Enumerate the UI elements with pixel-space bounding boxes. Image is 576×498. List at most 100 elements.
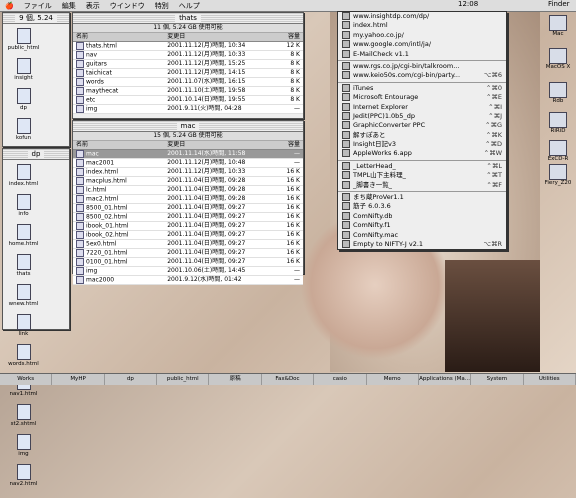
desktop-volume-icon[interactable]: Fiery_Z20 <box>544 164 572 186</box>
apple-menu-item[interactable]: my.yahoo.co.jp/ <box>338 30 506 40</box>
desktop-volume-icon[interactable]: Rdb <box>544 82 572 104</box>
apple-menu-item[interactable]: ComNifty.f1 <box>338 221 506 230</box>
apple-menu-item[interactable]: _LetterHead_ ⌃⌘L <box>338 161 506 171</box>
menu-item[interactable]: ファイル <box>24 1 52 11</box>
apple-menu-item[interactable]: iTunes ⌃⌘0 <box>338 83 506 93</box>
file-icon[interactable]: words.html <box>7 344 40 374</box>
apple-menu-dropdown[interactable]: www.insightdp.com/dp/index.html my.yahoo.… <box>337 11 507 251</box>
apple-menu-item[interactable]: ComNifty.mac <box>338 230 506 240</box>
table-row[interactable]: 8500_02.html 2001.11.04(日)時間, 09:27 16 K <box>73 213 303 222</box>
table-row[interactable]: img 2001.9.11(火)時間, 04:28 — <box>73 105 303 114</box>
menubar-clock[interactable]: 12:08 <box>458 0 478 8</box>
desktop-volume-icon[interactable]: MacOS X <box>544 48 572 70</box>
file-icon[interactable]: img <box>7 434 40 464</box>
col-size[interactable]: 容量 <box>266 33 303 41</box>
folder-window-dp[interactable]: dp index.html info home.html thats wnew.html… <box>2 148 70 487</box>
apple-menu-item[interactable]: ComNifty.db <box>338 211 506 221</box>
folder-window-mac[interactable]: mac 15 個, 5.24 GB 使用可能 名前 変更日 容量 mac 2001… <box>72 120 304 285</box>
table-row[interactable]: thats.html 2001.11.12(月)時間, 10:34 12 K <box>73 42 303 51</box>
menu-item[interactable]: ヘルプ <box>179 1 200 11</box>
col-name[interactable]: 名前 <box>73 141 167 149</box>
apple-menu-item[interactable]: まち蔵ProVer1.1 <box>338 193 506 202</box>
table-row[interactable]: 5ex0.html 2001.11.04(日)時間, 09:27 16 K <box>73 240 303 249</box>
apple-menu-item[interactable]: 筋子 6.0.3.6 <box>338 202 506 211</box>
apple-menu-item[interactable]: Insight日記v3 ⌃⌘D <box>338 140 506 149</box>
table-row[interactable]: maythecat 2001.11.10(土)時間, 19:58 8 K <box>73 87 303 96</box>
apple-menu-item[interactable]: GraphicConverter PPC ⌃⌘G <box>338 121 506 130</box>
list-header[interactable]: 名前 変更日 容量 <box>73 141 303 150</box>
table-row[interactable]: macplus.html 2001.11.04(日)時間, 09:28 16 K <box>73 177 303 186</box>
apple-menu-item[interactable]: www.insightdp.com/dp/ <box>338 12 506 21</box>
file-icon[interactable]: insight <box>7 58 40 88</box>
folder-window-thats[interactable]: thats 11 個, 5.24 GB 使用可能 名前 変更日 容量 thats… <box>72 12 304 119</box>
control-strip-item[interactable]: MyHP <box>52 374 105 385</box>
list-header[interactable]: 名前 変更日 容量 <box>73 33 303 42</box>
window-title-bar[interactable]: thats <box>73 13 303 24</box>
menu-item[interactable]: ウインドウ <box>110 1 145 11</box>
menu-item[interactable]: 表示 <box>86 1 100 11</box>
table-row[interactable]: index.html 2001.11.12(月)時間, 10:33 16 K <box>73 168 303 177</box>
control-strip-item[interactable]: System <box>471 374 524 385</box>
apple-menu-item[interactable]: www.rgs.co.jp/cgi-bin/talkroom... <box>338 61 506 71</box>
file-icon[interactable]: wnew.html <box>7 284 40 314</box>
table-row[interactable]: ibook_01.html 2001.11.04(日)時間, 09:27 16 K <box>73 222 303 231</box>
control-strip-item[interactable]: Fax&Doc <box>262 374 315 385</box>
apple-menu-item[interactable]: _脚書き一覧_ ⌃⌘F <box>338 180 506 190</box>
window-title-bar[interactable]: 9 個, 5.24 <box>3 13 69 24</box>
apple-menu-item[interactable]: Internet Explorer ⌃⌘I <box>338 102 506 112</box>
table-row[interactable]: etc 2001.10.14(日)時間, 19:55 8 K <box>73 96 303 105</box>
table-row[interactable]: 7220_01.html 2001.11.04(日)時間, 09:27 16 K <box>73 249 303 258</box>
file-icon[interactable]: dp <box>7 88 40 118</box>
folder-window-public[interactable]: 9 個, 5.24 public_htmlinsightdpkofunmurmu… <box>2 12 70 231</box>
control-strip-item[interactable]: casio <box>314 374 367 385</box>
table-row[interactable]: ibook_02.html 2001.11.04(日)時間, 09:27 16 K <box>73 231 303 240</box>
control-strip-item[interactable]: Applications (Ma... <box>419 374 472 385</box>
table-row[interactable]: mac2.html 2001.11.04(日)時間, 09:28 16 K <box>73 195 303 204</box>
col-date[interactable]: 変更日 <box>167 141 266 149</box>
desktop-volume-icon[interactable]: RiRiD <box>544 112 572 134</box>
menu-item[interactable]: 編集 <box>62 1 76 11</box>
file-icon[interactable]: st2.shtml <box>7 404 40 434</box>
control-strip-item[interactable]: Memo <box>367 374 419 385</box>
table-row[interactable]: mac2000 2001.9.12(水)時間, 01:42 — <box>73 276 303 285</box>
apple-menu-item[interactable]: AppleWorks 6.app ⌃⌘W <box>338 149 506 158</box>
apple-menu-item[interactable]: index.html <box>338 21 506 30</box>
file-icon[interactable]: info <box>7 194 40 224</box>
col-date[interactable]: 変更日 <box>167 33 266 41</box>
apple-menu-item[interactable]: Empty to NIFTY-J v2.1 ⌥⌘R <box>338 239 506 249</box>
table-row[interactable]: 8500_01.html 2001.11.04(日)時間, 09:27 16 K <box>73 204 303 213</box>
apple-menu-item[interactable]: Microsoft Entourage ⌃⌘E <box>338 93 506 102</box>
apple-menu-icon[interactable]: 🍎 <box>5 2 14 10</box>
window-title-bar[interactable]: dp <box>3 149 69 160</box>
control-strip-item[interactable]: Utilities <box>524 374 576 385</box>
col-name[interactable]: 名前 <box>73 33 167 41</box>
file-icon[interactable]: kofun <box>7 118 40 148</box>
table-row[interactable]: guitars 2001.11.12(月)時間, 15:25 8 K <box>73 60 303 69</box>
apple-menu-item[interactable]: Jedit(PPC)1.0b5_dp ⌃⌘J <box>338 111 506 121</box>
apple-menu-item[interactable]: www.google.com/intl/ja/ <box>338 40 506 49</box>
file-icon[interactable]: home.html <box>7 224 40 254</box>
table-row[interactable]: words 2001.11.07(水)時間, 16:15 8 K <box>73 78 303 87</box>
table-row[interactable]: nav 2001.11.12(月)時間, 10:33 8 K <box>73 51 303 60</box>
app-menu[interactable]: Finder <box>548 0 570 8</box>
apple-menu-item[interactable]: www.keio50s.com/cgi-bin/party... ⌥⌘6 <box>338 71 506 80</box>
file-icon[interactable]: public_html <box>7 28 40 58</box>
table-row[interactable]: mac2001 2001.11.12(月)時間, 10:48 — <box>73 159 303 168</box>
col-size[interactable]: 容量 <box>266 141 303 149</box>
apple-menu-item[interactable]: 解すぽあと ⌃⌘K <box>338 130 506 140</box>
file-icon[interactable]: index.html <box>7 164 40 194</box>
table-row[interactable]: img 2001.10.06(土)時間, 14:45 — <box>73 267 303 276</box>
window-title-bar[interactable]: mac <box>73 121 303 132</box>
file-icon[interactable]: thats <box>7 254 40 284</box>
apple-menu-item[interactable]: TMPL山下主料理_ ⌃⌘T <box>338 171 506 180</box>
table-row[interactable]: lc.html 2001.11.04(日)時間, 09:28 16 K <box>73 186 303 195</box>
desktop-volume-icon[interactable]: ExCD-R <box>544 140 572 162</box>
control-strip-item[interactable]: Works <box>0 374 53 385</box>
file-icon[interactable]: link <box>7 314 40 344</box>
control-strip-item[interactable]: 原稿 <box>209 374 262 385</box>
desktop-volume-icon[interactable]: Mac <box>544 15 572 37</box>
control-strip-item[interactable]: dp <box>105 374 158 385</box>
table-row[interactable]: 0100_01.html 2001.11.04(日)時間, 09:27 16 K <box>73 258 303 267</box>
table-row[interactable]: taichicat 2001.11.12(月)時間, 14:15 8 K <box>73 69 303 78</box>
file-icon[interactable]: nav2.html <box>7 464 40 494</box>
